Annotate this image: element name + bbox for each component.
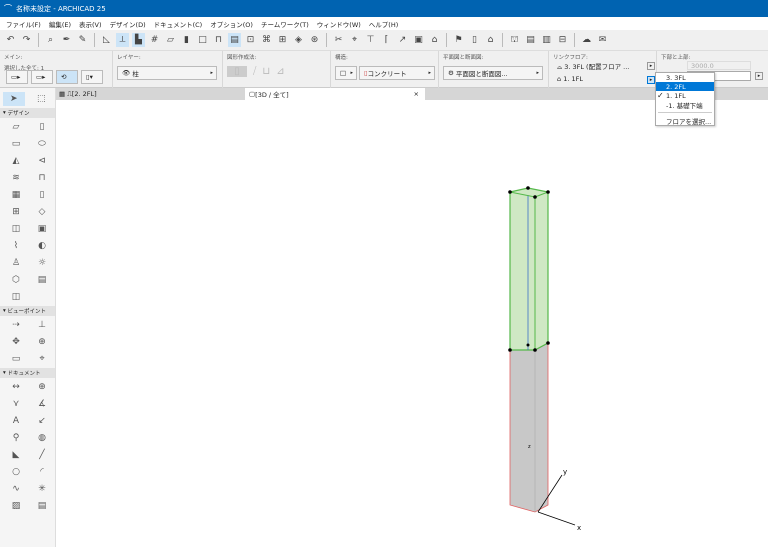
- y-axis-label: y: [563, 468, 567, 476]
- z-axis-label: z: [528, 444, 531, 450]
- choose-floor-label: フロアを選択...: [666, 117, 712, 126]
- floor-option-label: 1. 1FL: [666, 91, 686, 100]
- floor-option-3fl[interactable]: 3. 3FL: [656, 73, 714, 82]
- link-floor-dropdown: 3. 3FL 2. 2FL ✓ 1. 1FL -1. 基礎下端 フロアを選択...: [655, 72, 715, 126]
- column-3d[interactable]: [508, 186, 550, 513]
- floor-option-label: 2. 2FL: [666, 82, 686, 91]
- choose-floor-option[interactable]: フロアを選択...: [656, 116, 714, 126]
- floor-option-2fl[interactable]: 2. 2FL: [656, 82, 714, 91]
- floor-option-foundation[interactable]: -1. 基礎下端: [656, 100, 714, 110]
- check-icon: ✓: [657, 91, 664, 100]
- x-axis-label: x: [577, 524, 581, 532]
- floor-option-label: 3. 3FL: [666, 73, 686, 82]
- column-lower-part: [509, 342, 549, 513]
- floor-option-label: -1. 基礎下端: [666, 101, 703, 110]
- column-selected-part: [509, 187, 549, 351]
- 3d-viewport[interactable]: x y z: [0, 0, 768, 547]
